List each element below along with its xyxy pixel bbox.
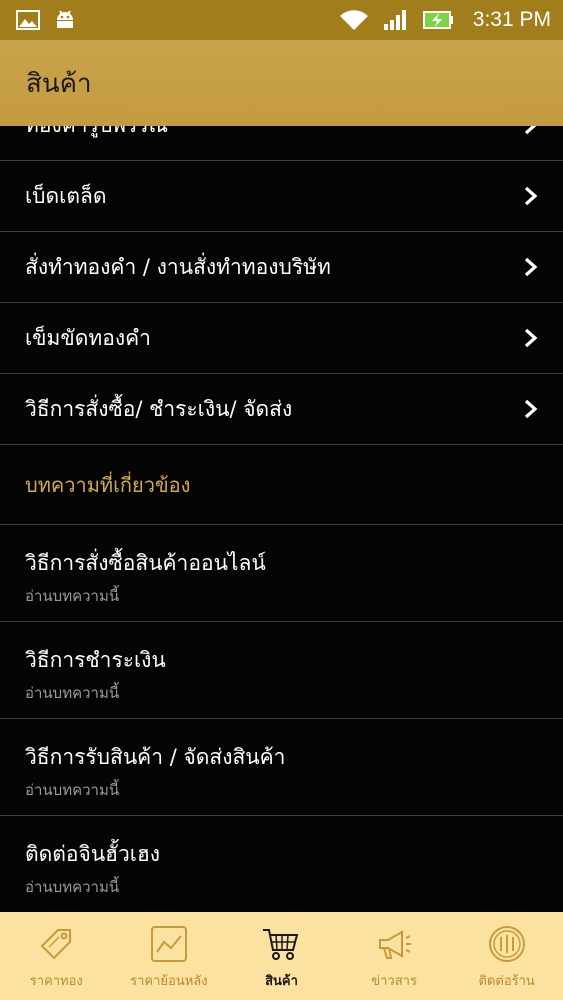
article-item[interactable]: ติดต่อจินฮั้วเฮง อ่านบทความนี้: [0, 816, 563, 912]
menu-item-label: เข็มขัดทองคำ: [25, 325, 151, 350]
gallery-icon: [16, 10, 40, 30]
content-list[interactable]: ทองคำรูปพรรณ เบ็ดเตล็ด สั่งทำทองคำ / งาน…: [0, 126, 563, 912]
chevron-right-icon: [523, 399, 539, 419]
nav-label: สินค้า: [265, 974, 298, 989]
article-title: ติดต่อจินฮั้วเฮง: [25, 842, 161, 866]
article-item[interactable]: วิธีการสั่งซื้อสินค้าออนไลน์ อ่านบทความน…: [0, 525, 563, 622]
bottom-nav: ราคาทอง ราคาย้อนหลัง สินค้า ข่าวสาร ติดต…: [0, 912, 563, 1000]
nav-label: ราคาย้อนหลัง: [130, 974, 208, 989]
menu-item-label: เบ็ดเตล็ด: [25, 183, 107, 208]
article-subtitle: อ่านบทความนี้: [25, 781, 120, 799]
menu-item[interactable]: เบ็ดเตล็ด: [0, 161, 563, 232]
article-title: วิธีการสั่งซื้อสินค้าออนไลน์: [25, 551, 266, 575]
status-bar: 3:31 PM: [0, 0, 563, 40]
nav-label: ติดต่อร้าน: [478, 974, 535, 989]
battery-charging-icon: [422, 10, 455, 30]
nav-item-price-history[interactable]: ราคาย้อนหลัง: [113, 912, 226, 1000]
status-left: [16, 9, 76, 31]
article-title: วิธีการรับสินค้า / จัดส่งสินค้า: [25, 745, 286, 769]
chevron-right-icon: [523, 257, 539, 277]
section-header-related-articles: บทความที่เกี่ยวข้อง: [0, 445, 563, 525]
menu-item-label: สั่งทำทองคำ / งานสั่งทำทองบริษัท: [25, 254, 331, 279]
nav-item-news[interactable]: ข่าวสาร: [338, 912, 451, 1000]
menu-item-label: วิธีการสั่งซื้อ/ ชำระเงิน/ จัดส่ง: [25, 396, 293, 421]
store-icon: [487, 924, 527, 964]
article-item[interactable]: วิธีการชำระเงิน อ่านบทความนี้: [0, 622, 563, 719]
nav-item-contact-store[interactable]: ติดต่อร้าน: [450, 912, 563, 1000]
wifi-icon: [339, 9, 369, 31]
app-bar: สินค้า: [0, 40, 563, 126]
megaphone-icon: [374, 924, 414, 964]
section-title: บทความที่เกี่ยวข้อง: [25, 472, 191, 497]
signal-icon: [383, 9, 409, 31]
article-subtitle: อ่านบทความนี้: [25, 684, 120, 702]
chevron-right-icon: [523, 126, 539, 135]
article-title: วิธีการชำระเงิน: [25, 648, 166, 672]
cart-icon: [261, 924, 301, 964]
menu-item[interactable]: วิธีการสั่งซื้อ/ ชำระเงิน/ จัดส่ง: [0, 374, 563, 445]
menu-item[interactable]: สั่งทำทองคำ / งานสั่งทำทองบริษัท: [0, 232, 563, 303]
chart-icon: [149, 924, 189, 964]
menu-item-label: ทองคำรูปพรรณ: [25, 126, 168, 142]
menu-item[interactable]: เข็มขัดทองคำ: [0, 303, 563, 374]
chevron-right-icon: [523, 186, 539, 206]
menu-item[interactable]: ทองคำรูปพรรณ: [0, 126, 563, 161]
status-right: 3:31 PM: [339, 8, 551, 32]
article-item[interactable]: วิธีการรับสินค้า / จัดส่งสินค้า อ่านบทคว…: [0, 719, 563, 816]
page-title: สินค้า: [26, 68, 92, 99]
article-subtitle: อ่านบทความนี้: [25, 587, 120, 605]
price-tag-icon: [36, 924, 76, 964]
nav-label: ข่าวสาร: [371, 974, 417, 989]
status-time: 3:31 PM: [472, 8, 551, 31]
android-icon: [54, 9, 76, 31]
nav-item-products[interactable]: สินค้า: [225, 912, 338, 1000]
article-subtitle: อ่านบทความนี้: [25, 878, 120, 896]
nav-label: ราคาทอง: [29, 974, 83, 989]
chevron-right-icon: [523, 328, 539, 348]
nav-item-gold-price[interactable]: ราคาทอง: [0, 912, 113, 1000]
